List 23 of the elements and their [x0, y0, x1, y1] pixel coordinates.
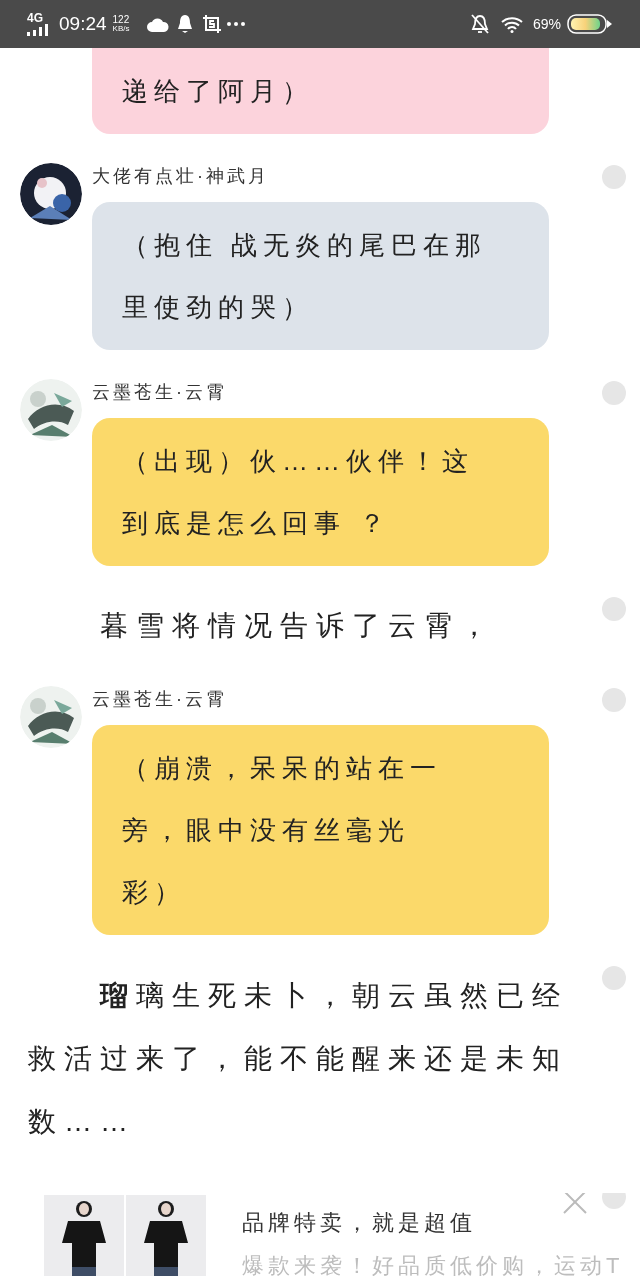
- network-label: 4G: [27, 12, 43, 24]
- message-bubble: （抱住 战无炎的尾巴在那 里使劲的哭）: [92, 202, 549, 350]
- message-bubble: 递给了阿月）: [92, 48, 549, 134]
- sender-name: 云墨苍生·云霄: [92, 688, 228, 711]
- message-bubble: （崩溃，呆呆的站在一 旁，眼中没有丝毫光 彩）: [92, 725, 549, 935]
- battery-icon: [567, 14, 613, 34]
- bell-icon: [177, 14, 194, 34]
- network-speed: 122: [112, 15, 130, 25]
- wifi-icon: [500, 15, 523, 33]
- more-icon: [227, 22, 246, 26]
- cloud-icon: [147, 15, 170, 33]
- bell-off-icon: [470, 14, 489, 34]
- sender-name: 大佬有点壮·神武月: [92, 165, 270, 188]
- message-bubble: （出现）伙……伙伴！这 到底是怎么回事 ？: [92, 418, 549, 566]
- ad-title: 品牌特卖，就是超值: [242, 1209, 477, 1237]
- screenshot-icon: [203, 15, 222, 33]
- sender-name: 云墨苍生·云霄: [92, 381, 228, 404]
- battery-percent: 69%: [532, 14, 561, 34]
- ad-description: 爆款来袭！好品质低价购，运动T: [242, 1252, 624, 1276]
- speed-unit: KB/s: [112, 25, 130, 33]
- narration-text: 暮雪将情况告诉了云霄，: [100, 609, 496, 643]
- story-paragraph: 瑠璃生死未卜，朝云虽然已经救活过来了，能不能醒来还是未知数……: [28, 979, 569, 1139]
- clock-time: 09:24: [59, 11, 107, 36]
